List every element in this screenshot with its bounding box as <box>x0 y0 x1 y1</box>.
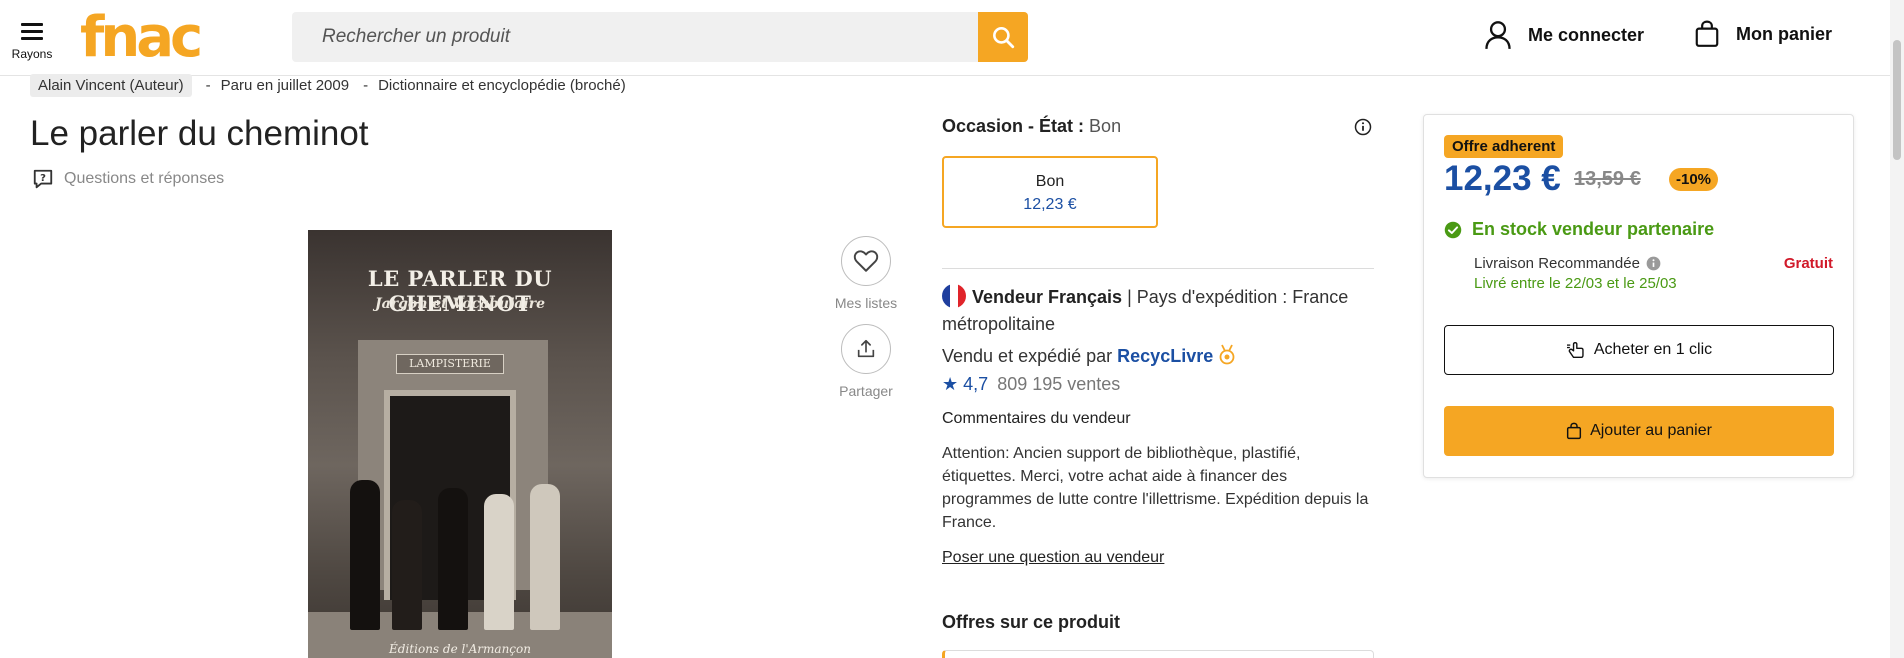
user-icon <box>1485 21 1511 49</box>
search-bar <box>292 12 1028 62</box>
share-circle <box>841 324 891 374</box>
one-click-buy-button[interactable]: Acheter en 1 clic <box>1444 325 1834 375</box>
condition-heading: Occasion - État : Bon <box>942 116 1121 137</box>
divider <box>942 268 1374 269</box>
seller-comments-heading: Commentaires du vendeur <box>942 410 1131 427</box>
questions-answers-link[interactable]: ? Questions et réponses <box>32 168 224 190</box>
price: 12,23 € <box>1444 159 1561 198</box>
seller-comments-text: Attention: Ancien support de bibliothèqu… <box>942 445 1369 531</box>
condition-label: Occasion - État : <box>942 116 1085 136</box>
sold-by: Vendu et expédié par RecycLivre <box>942 344 1236 367</box>
author-link[interactable]: Alain Vincent (Auteur) <box>30 74 192 97</box>
wishlist-circle <box>841 236 891 286</box>
delivery-price: Gratuit <box>1783 255 1833 272</box>
wishlist-button[interactable]: Mes listes <box>826 236 906 311</box>
medal-icon <box>1219 344 1235 365</box>
wishlist-label: Mes listes <box>834 295 898 311</box>
share-button[interactable]: Partager <box>826 324 906 399</box>
hand-click-icon <box>1566 341 1584 359</box>
seller-name-link[interactable]: RecycLivre <box>1117 346 1213 366</box>
condition-value: Bon <box>1089 116 1122 136</box>
search-input[interactable] <box>292 12 978 62</box>
discount-badge: -10% <box>1669 168 1719 191</box>
delivery-date: Livré entre le 22/03 et le 25/03 <box>1474 275 1677 292</box>
seller-type: Vendeur Français <box>972 287 1123 307</box>
product-format[interactable]: Dictionnaire et encyclopédie (broché) <box>378 77 626 94</box>
info-icon[interactable] <box>1354 118 1372 136</box>
scrollbar-thumb[interactable] <box>1893 40 1901 160</box>
seller-rating[interactable]: ★ 4,7 809 195 ventes <box>942 374 1120 395</box>
add-to-cart-button[interactable]: Ajouter au panier <box>1444 406 1834 456</box>
other-offer-card[interactable] <box>942 650 1374 658</box>
share-icon <box>857 339 875 358</box>
share-label: Partager <box>839 383 893 399</box>
member-offer-badge: Offre adherent <box>1444 135 1564 158</box>
menu-icon <box>21 22 43 40</box>
question-icon: ? <box>33 169 53 189</box>
publication-date: Paru en juillet 2009 <box>220 77 350 94</box>
sold-by-prefix: Vendu et expédié par <box>942 346 1113 366</box>
product-cover-image[interactable]: LAMPISTERIE LE PARLER DU CHEMINOT Jargon… <box>308 230 612 658</box>
check-icon <box>1444 221 1462 238</box>
menu-button[interactable]: Rayons <box>8 22 56 61</box>
heart-icon <box>853 250 879 272</box>
search-button[interactable] <box>978 12 1028 62</box>
stock-label: En stock vendeur partenaire <box>1472 219 1715 239</box>
meta-separator: - <box>205 77 211 94</box>
bag-icon <box>1566 422 1582 440</box>
cover-sign: LAMPISTERIE <box>396 354 504 374</box>
buy-box: Offre adherent 12,23 € 13,59 € -10% En s… <box>1423 114 1854 478</box>
old-price: 13,59 € <box>1574 168 1641 190</box>
cart-link[interactable]: Mon panier <box>1694 20 1832 48</box>
condition-option-price: 12,23 € <box>1023 196 1077 213</box>
bag-icon <box>1695 20 1719 47</box>
site-header: Rayons fnac Me connecter Mon panier <box>0 0 1904 76</box>
delivery-label: Livraison Recommandée <box>1474 255 1640 272</box>
other-offers-heading: Offres sur ce produit <box>942 612 1121 632</box>
rating-value: 4,7 <box>963 374 989 394</box>
page-scrollbar[interactable] <box>1890 0 1904 658</box>
menu-label: Rayons <box>11 47 53 61</box>
one-click-label: Acheter en 1 clic <box>1593 341 1713 358</box>
sales-count: 809 195 ventes <box>997 374 1121 394</box>
cart-label: Mon panier <box>1736 23 1833 44</box>
cover-publisher: Éditions de l'Armançon <box>389 642 531 656</box>
fnac-logo[interactable]: fnac <box>80 8 203 68</box>
product-meta: Alain Vincent (Auteur) - Paru en juillet… <box>30 74 626 97</box>
search-icon <box>993 27 1015 49</box>
login-label: Me connecter <box>1528 24 1645 45</box>
seller-origin: Vendeur Français | Pays d'expédition : F… <box>942 284 1374 338</box>
info-icon[interactable] <box>1646 256 1661 271</box>
stock-status: En stock vendeur partenaire <box>1444 219 1714 240</box>
questions-answers-label: Questions et réponses <box>64 170 225 187</box>
product-title: Le parler du cheminot <box>30 114 369 153</box>
condition-option-good[interactable]: Bon 12,23 € <box>942 156 1158 228</box>
add-to-cart-label: Ajouter au panier <box>1590 422 1712 439</box>
svg-text:?: ? <box>40 173 46 184</box>
cover-figures <box>334 470 584 630</box>
ask-seller-link[interactable]: Poser une question au vendeur <box>942 549 1164 567</box>
flag-icon <box>942 284 966 308</box>
cover-subtitle: Jargon et Vocabulaire <box>375 296 545 312</box>
meta-separator: - <box>363 77 369 94</box>
star-icon: ★ <box>942 374 959 394</box>
condition-option-label: Bon <box>1035 173 1065 190</box>
login-link[interactable]: Me connecter <box>1484 20 1644 50</box>
delivery-option: Livraison Recommandée <box>1474 255 1661 272</box>
